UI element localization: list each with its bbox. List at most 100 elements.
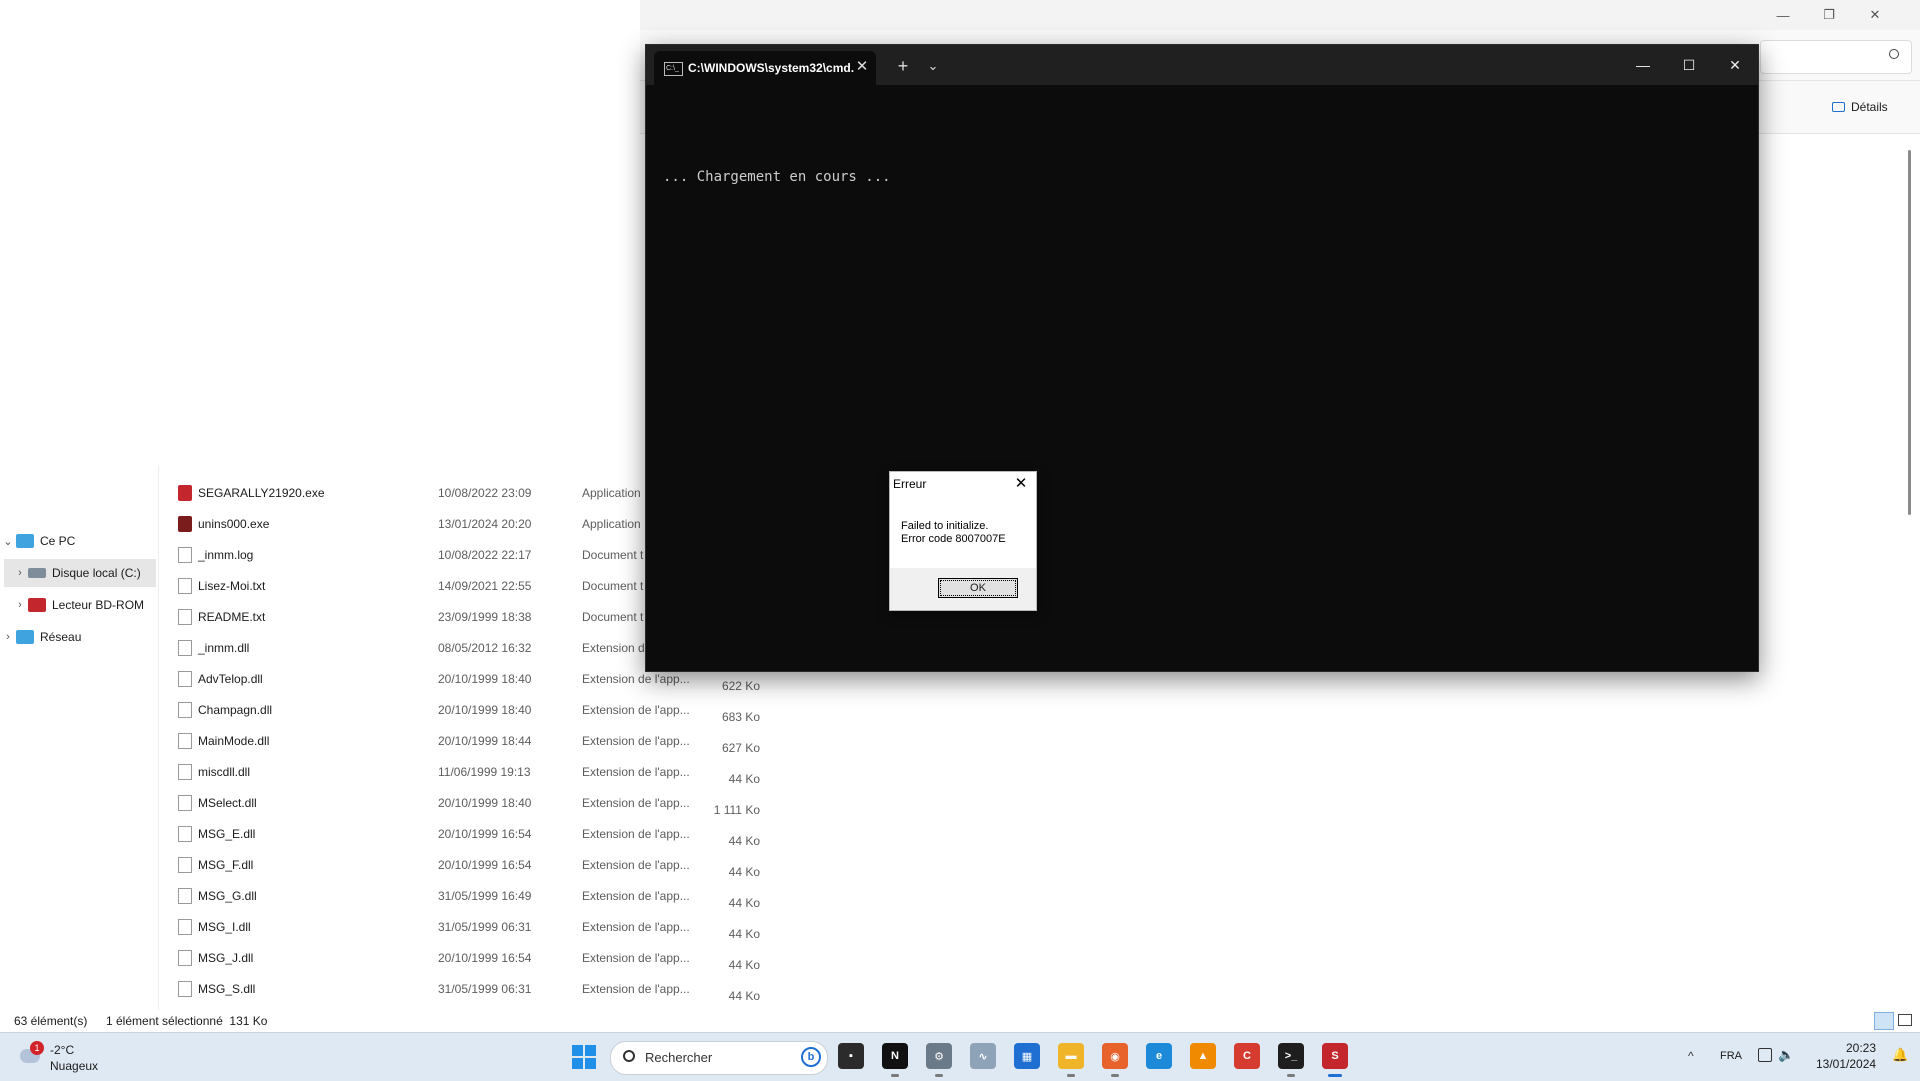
- dll-file-icon: [178, 732, 192, 749]
- file-name: MSG_G.dll: [198, 888, 257, 903]
- file-row[interactable]: MSG_F.dll 20/10/1999 16:54 Extension de l'…: [170, 849, 790, 880]
- file-name: AdvTelop.dll: [198, 671, 263, 686]
- task-view-icon[interactable]: ▪: [838, 1043, 864, 1069]
- search-placeholder: Rechercher: [645, 1050, 713, 1065]
- edge-icon[interactable]: e: [1146, 1043, 1172, 1069]
- text-file-icon: [178, 546, 192, 563]
- dialog-close-button[interactable]: ✕: [1010, 474, 1032, 494]
- file-date: 20/10/1999 18:40: [438, 702, 532, 717]
- chevron-up-icon[interactable]: ^: [1688, 1049, 1694, 1063]
- file-type: Extension de l'app...: [582, 671, 690, 686]
- file-date: 31/05/1999 06:31: [438, 981, 532, 996]
- explorer-search-input[interactable]: [1760, 40, 1912, 74]
- file-row[interactable]: MainMode.dll 20/10/1999 18:44 Extension de…: [170, 725, 790, 756]
- file-name: MSG_S.dll: [198, 981, 256, 996]
- file-name: miscdll.dll: [198, 764, 251, 779]
- terminal-close-button[interactable]: ✕: [1712, 45, 1758, 85]
- sega-rally-icon[interactable]: S: [1322, 1043, 1348, 1077]
- dll-file-icon: [178, 825, 192, 842]
- close-tab-icon[interactable]: ✕: [852, 57, 872, 77]
- ccleaner-icon[interactable]: C: [1234, 1043, 1260, 1069]
- explorer-titlebar: — ❐ ✕: [640, 0, 1920, 30]
- file-size: 44 Ko: [728, 771, 760, 786]
- terminal-minimize-button[interactable]: —: [1620, 45, 1666, 85]
- nvidia-icon[interactable]: N: [882, 1043, 908, 1077]
- nav-item-disque-local[interactable]: › Disque local (C:): [4, 559, 156, 587]
- dll-file-icon: [178, 918, 192, 935]
- file-row[interactable]: MSG_G.dll 31/05/1999 16:49 Extension de l'…: [170, 880, 790, 911]
- nav-item-ce-pc[interactable]: ⌄ Ce PC: [0, 527, 156, 555]
- windows-logo-icon: [572, 1045, 583, 1056]
- chevron-right-icon[interactable]: ›: [12, 599, 28, 611]
- view-toggles: [1874, 1012, 1918, 1030]
- file-row[interactable]: MSelect.dll 20/10/1999 18:40 Extension de …: [170, 787, 790, 818]
- start-button[interactable]: [572, 1045, 596, 1069]
- details-label: Détails: [1851, 100, 1888, 114]
- chevron-down-icon[interactable]: ⌄: [0, 535, 16, 548]
- scrollbar[interactable]: [1908, 150, 1911, 515]
- file-date: 20/10/1999 16:54: [438, 857, 532, 872]
- file-name: MSG_E.dll: [198, 826, 256, 841]
- file-row[interactable]: Champagn.dll 20/10/1999 18:40 Extension de…: [170, 694, 790, 725]
- file-type: Extension de l'app...: [582, 795, 690, 810]
- terminal-maximize-button[interactable]: ☐: [1666, 45, 1712, 85]
- network-icon[interactable]: [1758, 1048, 1772, 1062]
- dll-file-icon: [178, 639, 192, 656]
- file-name: _inmm.log: [198, 547, 254, 562]
- nav-item-reseau[interactable]: › Réseau: [0, 623, 156, 651]
- taskbar-search-box[interactable]: Rechercher b: [610, 1041, 828, 1075]
- nav-item-lecteur-bd-rom[interactable]: › Lecteur BD-ROM: [12, 591, 156, 619]
- file-date: 11/06/1999 19:13: [438, 764, 531, 779]
- clock-time[interactable]: 20:23: [1816, 1041, 1876, 1055]
- firefox-icon[interactable]: ◉: [1102, 1043, 1128, 1077]
- vlc-icon[interactable]: ▲: [1190, 1043, 1216, 1069]
- windows-logo-icon: [572, 1058, 583, 1069]
- game-disc-icon: [28, 598, 46, 612]
- details-pane-button[interactable]: Détails: [1832, 96, 1912, 118]
- ok-button[interactable]: OK: [938, 578, 1018, 598]
- details-view-button[interactable]: [1874, 1012, 1894, 1030]
- chevron-down-icon[interactable]: ⌄: [922, 55, 944, 77]
- volume-icon[interactable]: 🔈: [1778, 1047, 1794, 1063]
- weather-widget[interactable]: 1 -2°C Nuageux: [14, 1039, 164, 1075]
- file-name: unins000.exe: [198, 516, 270, 531]
- file-row[interactable]: MSG_I.dll 31/05/1999 06:31 Extension de l'…: [170, 911, 790, 942]
- file-size: 622 Ko: [721, 678, 760, 693]
- file-size: 683 Ko: [721, 709, 760, 724]
- chevron-right-icon[interactable]: ›: [0, 631, 16, 643]
- windows-logo-icon: [585, 1058, 596, 1069]
- file-size: 627 Ko: [721, 740, 760, 755]
- text-file-icon: [178, 577, 192, 594]
- tiles-view-button[interactable]: [1898, 1014, 1912, 1026]
- file-row[interactable]: miscdll.dll 11/06/1999 19:13 Extension de …: [170, 756, 790, 787]
- file-date: 13/01/2024 20:20: [438, 516, 532, 531]
- clock-date[interactable]: 13/01/2024: [1816, 1057, 1876, 1071]
- file-type: Extension de l'app...: [582, 733, 690, 748]
- explorer-restore-button[interactable]: ❐: [1806, 0, 1852, 30]
- file-name: Lisez-Moi.txt: [198, 578, 266, 593]
- chevron-right-icon[interactable]: ›: [12, 567, 28, 579]
- file-row[interactable]: MSG_E.dll 20/10/1999 16:54 Extension de l'…: [170, 818, 790, 849]
- terminal-tab[interactable]: C:\_ C:\WINDOWS\system32\cmd. ✕: [654, 51, 876, 85]
- store-icon[interactable]: ▦: [1014, 1043, 1040, 1069]
- terminal-titlebar: C:\_ C:\WINDOWS\system32\cmd. ✕ + ⌄ — ☐ …: [646, 45, 1758, 85]
- file-name: README.txt: [198, 609, 266, 624]
- explorer-close-button[interactable]: ✕: [1852, 0, 1898, 30]
- new-tab-button[interactable]: +: [892, 55, 914, 77]
- dll-file-icon: [178, 763, 192, 780]
- nav-label: Ce PC: [40, 534, 76, 548]
- dll-file-icon: [178, 794, 192, 811]
- search-icon: [623, 1050, 635, 1062]
- monitor-icon[interactable]: ∿: [970, 1043, 996, 1069]
- file-explorer-icon[interactable]: ▬: [1058, 1043, 1084, 1077]
- terminal-icon[interactable]: >_: [1278, 1043, 1304, 1077]
- settings-icon[interactable]: ⚙: [926, 1043, 952, 1077]
- file-type: Extension de l'app...: [582, 919, 690, 934]
- file-row[interactable]: MSG_J.dll 20/10/1999 16:54 Extension de l'…: [170, 942, 790, 973]
- input-language[interactable]: FRA: [1720, 1050, 1742, 1062]
- explorer-minimize-button[interactable]: —: [1760, 0, 1806, 30]
- bing-icon[interactable]: b: [801, 1047, 821, 1067]
- file-date: 20/10/1999 18:44: [438, 733, 532, 748]
- notification-bell-icon[interactable]: 🔔: [1892, 1047, 1908, 1063]
- file-row[interactable]: MSG_S.dll 31/05/1999 06:31 Extension de l'…: [170, 973, 790, 1004]
